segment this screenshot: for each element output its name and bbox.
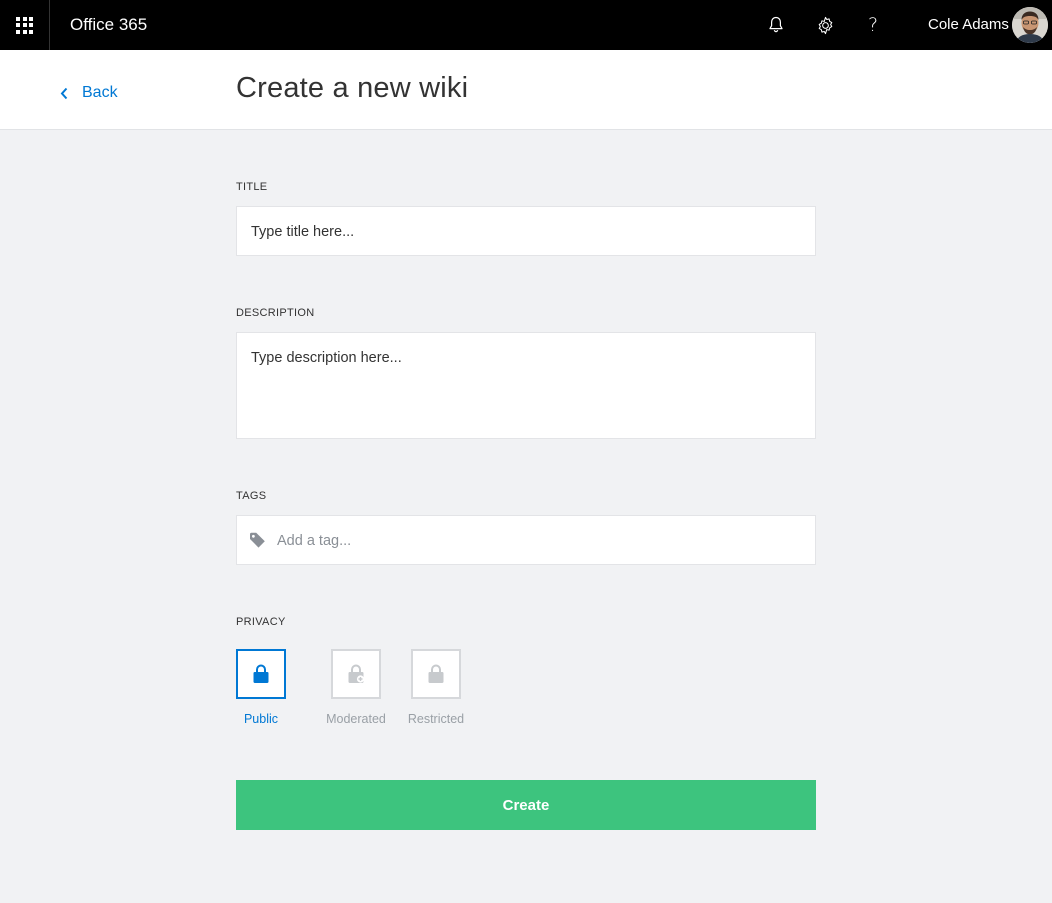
- lock-plus-icon: [348, 664, 364, 683]
- tags-input[interactable]: Add a tag...: [236, 515, 816, 565]
- title-input[interactable]: Type title here...: [236, 206, 816, 256]
- gear-icon: [818, 16, 832, 34]
- privacy-box: [236, 649, 286, 699]
- lock-icon: [253, 664, 269, 683]
- help-icon: ?: [867, 14, 879, 36]
- privacy-option-restricted[interactable]: Restricted: [396, 649, 476, 726]
- privacy-option-moderated[interactable]: Moderated: [316, 649, 396, 726]
- settings-button[interactable]: [813, 13, 837, 37]
- privacy-option-public[interactable]: Public: [236, 649, 286, 726]
- create-button[interactable]: Create: [236, 780, 816, 830]
- avatar[interactable]: [1012, 7, 1048, 43]
- page-title: Create a new wiki: [236, 72, 469, 104]
- help-button[interactable]: ?: [861, 13, 885, 37]
- privacy-option-label: Public: [243, 712, 279, 726]
- bell-icon: [769, 16, 783, 33]
- privacy-option-label: Moderated: [326, 712, 386, 726]
- description-textarea[interactable]: Type description here...: [236, 332, 816, 439]
- privacy-label: PRIVACY: [236, 616, 286, 628]
- privacy-box: [331, 649, 381, 699]
- tags-placeholder: Add a tag...: [277, 533, 352, 549]
- chevron-left-icon: [60, 87, 68, 100]
- title-label: TITLE: [236, 181, 268, 193]
- page-header: Back Create a new wiki: [0, 50, 1052, 130]
- tag-icon: [249, 532, 267, 553]
- tags-label: TAGS: [236, 490, 267, 502]
- app-launcher-button[interactable]: [0, 0, 50, 50]
- top-bar: Office 365 ? Cole Adams: [0, 0, 1052, 50]
- back-link[interactable]: Back: [60, 84, 118, 102]
- app-launcher-icon: [16, 16, 33, 34]
- app-name[interactable]: Office 365: [70, 15, 147, 35]
- privacy-option-label: Restricted: [407, 712, 465, 726]
- notifications-button[interactable]: [764, 13, 788, 37]
- privacy-box: [411, 649, 461, 699]
- back-label: Back: [82, 84, 118, 101]
- privacy-options: Public Moderated Restricted: [236, 649, 476, 726]
- user-name[interactable]: Cole Adams: [928, 16, 1009, 33]
- lock-icon: [428, 664, 444, 683]
- description-label: DESCRIPTION: [236, 307, 315, 319]
